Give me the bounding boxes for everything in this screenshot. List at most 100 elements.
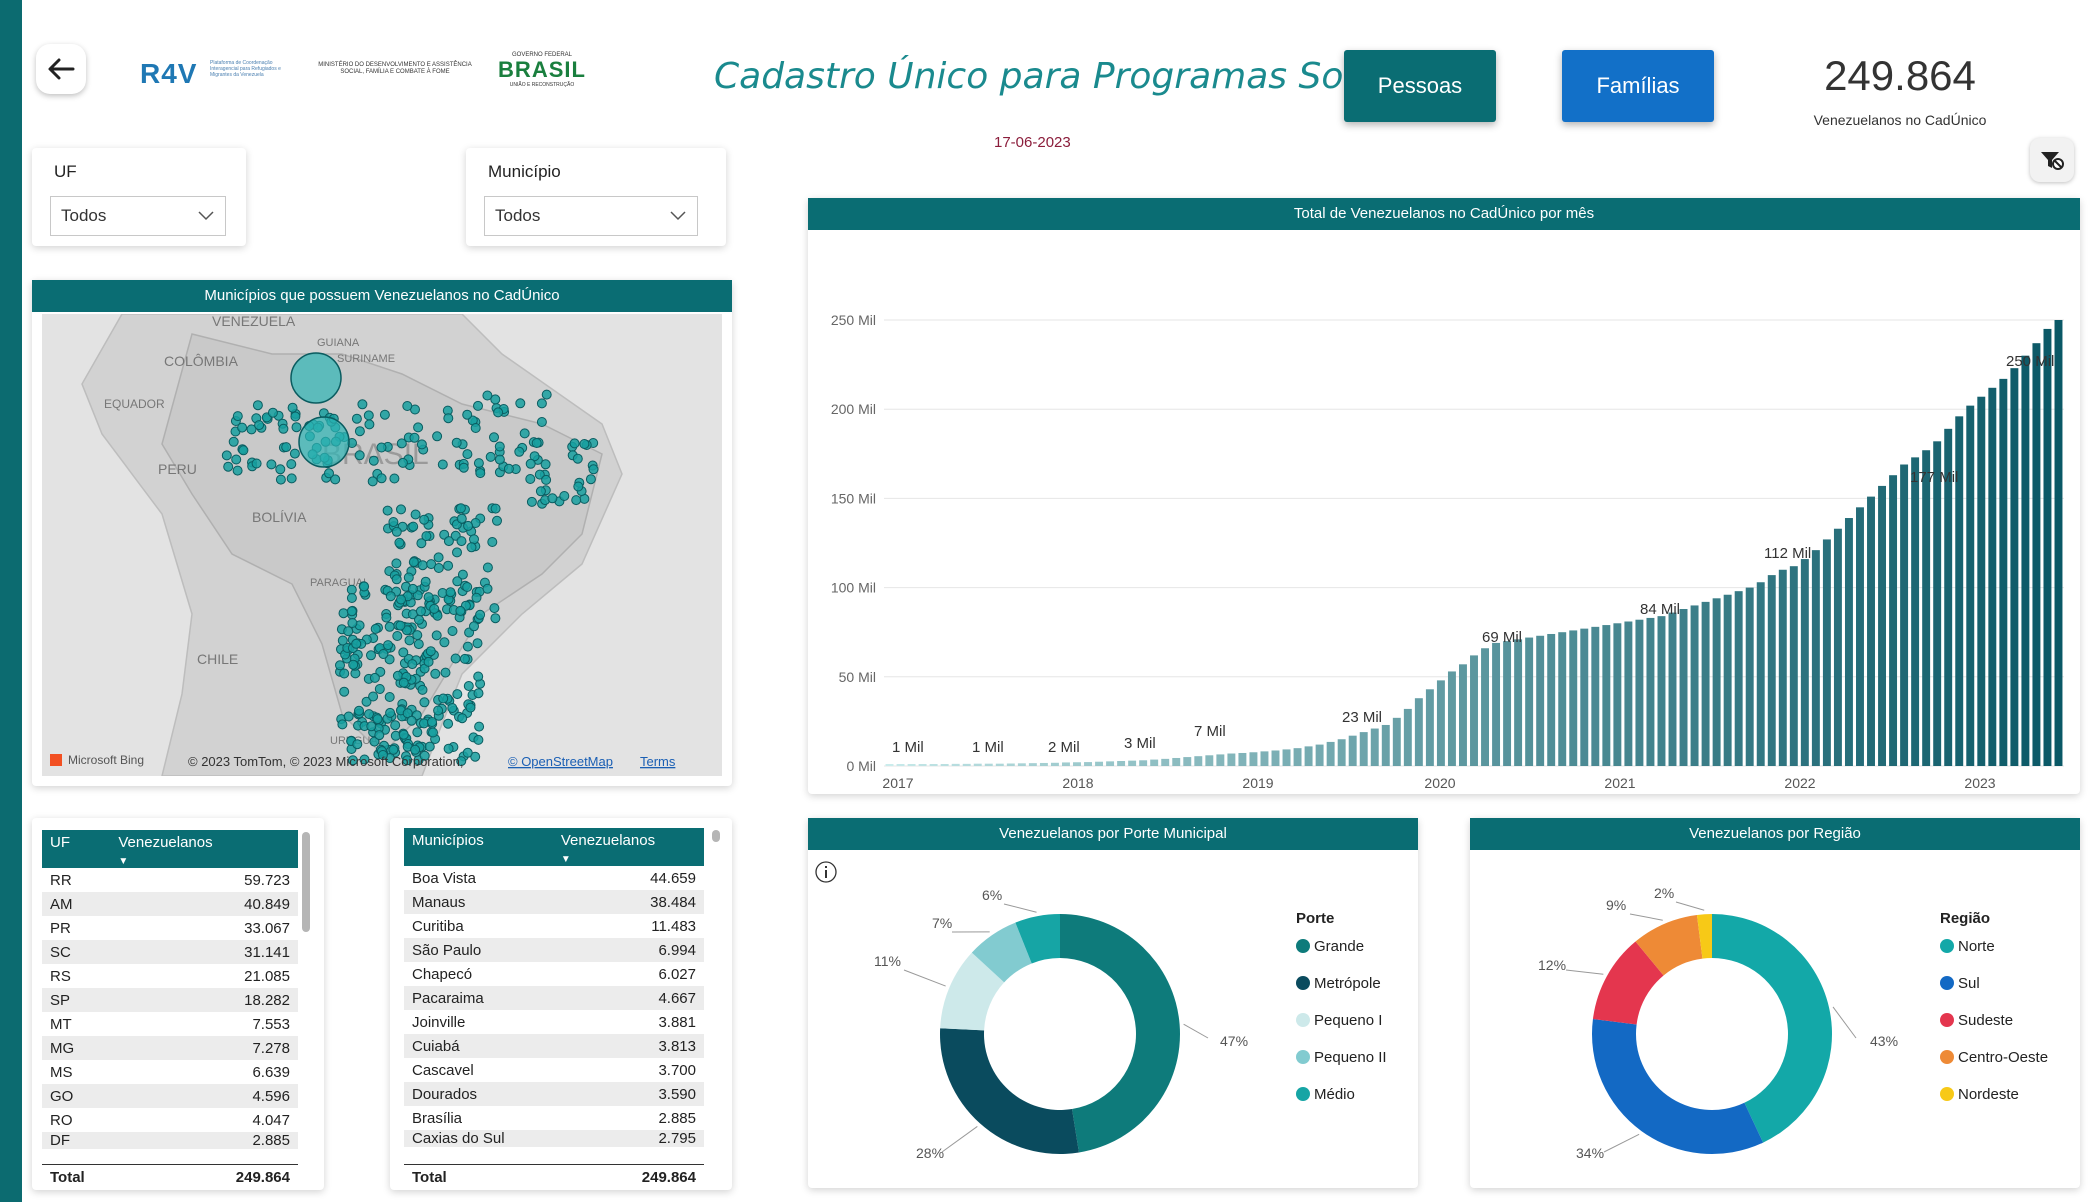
municipality-marker[interactable] xyxy=(232,465,243,476)
bar[interactable] xyxy=(1723,594,1732,766)
municipality-marker[interactable] xyxy=(237,422,248,433)
bar[interactable] xyxy=(1668,612,1677,766)
municipality-marker[interactable] xyxy=(364,419,375,430)
municipality-marker[interactable] xyxy=(351,638,362,649)
municipality-marker[interactable] xyxy=(394,537,405,548)
municipality-marker[interactable] xyxy=(324,468,334,479)
municipality-marker[interactable] xyxy=(482,583,493,594)
municipality-marker[interactable] xyxy=(396,438,407,449)
municipality-marker[interactable] xyxy=(398,729,409,740)
municipality-marker[interactable] xyxy=(493,407,504,418)
bar[interactable] xyxy=(2043,328,2052,766)
municipality-marker[interactable] xyxy=(433,705,444,716)
bar[interactable] xyxy=(1988,387,1997,766)
municipality-marker[interactable] xyxy=(431,630,442,641)
municipality-marker[interactable] xyxy=(462,409,473,420)
back-button[interactable] xyxy=(36,44,86,94)
bar[interactable] xyxy=(1734,591,1743,766)
bar[interactable] xyxy=(1447,671,1456,766)
municipality-marker[interactable] xyxy=(423,592,434,603)
municipality-marker[interactable] xyxy=(419,718,429,729)
municipality-marker[interactable] xyxy=(388,744,399,755)
municipality-marker[interactable] xyxy=(443,536,454,547)
uf-table-scrollbar[interactable] xyxy=(302,832,310,932)
uf-table-row[interactable]: SC 31.141 xyxy=(42,940,298,964)
municipios-column-header[interactable]: Municípios xyxy=(404,828,553,866)
municipality-marker[interactable] xyxy=(494,441,505,452)
municipality-marker[interactable] xyxy=(462,747,473,758)
municipality-marker[interactable] xyxy=(396,504,406,515)
municipality-marker[interactable] xyxy=(251,458,262,469)
municipality-marker[interactable] xyxy=(376,442,387,453)
bar[interactable] xyxy=(1536,635,1545,766)
municipality-marker[interactable] xyxy=(474,721,485,732)
municipality-marker[interactable] xyxy=(490,503,501,514)
bar[interactable] xyxy=(1150,759,1159,766)
municipality-marker[interactable] xyxy=(465,702,476,713)
municipality-marker[interactable] xyxy=(402,401,413,411)
bar[interactable] xyxy=(1745,587,1754,766)
venezuelanos-column-header[interactable]: Venezuelanos ▼ xyxy=(110,830,298,868)
municipality-marker[interactable] xyxy=(535,486,546,497)
municipality-marker[interactable] xyxy=(412,727,423,738)
municipality-marker[interactable] xyxy=(397,457,408,468)
bar[interactable] xyxy=(1635,619,1644,766)
municipality-marker[interactable] xyxy=(536,417,547,427)
bar[interactable] xyxy=(1348,735,1357,766)
municipality-marker[interactable] xyxy=(266,459,277,470)
bar[interactable] xyxy=(1436,680,1445,766)
municipality-marker[interactable] xyxy=(223,461,234,472)
bar[interactable] xyxy=(951,763,960,766)
municipality-marker[interactable] xyxy=(541,474,552,485)
municipality-marker[interactable] xyxy=(456,513,467,524)
municipality-marker[interactable] xyxy=(409,432,420,443)
bar[interactable] xyxy=(1922,450,1931,766)
bar[interactable] xyxy=(1459,664,1467,766)
municipality-marker[interactable] xyxy=(368,455,379,466)
municipality-marker[interactable] xyxy=(396,594,406,605)
municipality-marker[interactable] xyxy=(347,618,358,628)
bar[interactable] xyxy=(1227,753,1236,766)
donut-slice[interactable] xyxy=(1060,914,1181,1153)
uf-table-row[interactable]: AM 40.849 xyxy=(42,892,298,916)
municipality-marker[interactable] xyxy=(275,474,286,485)
bar[interactable] xyxy=(1911,457,1920,766)
municipios-table-row[interactable]: Pacaraima 4.667 xyxy=(404,986,704,1010)
bar[interactable] xyxy=(995,763,1004,766)
municipality-marker[interactable] xyxy=(455,503,466,514)
municipality-marker[interactable] xyxy=(519,428,530,439)
municipality-marker[interactable] xyxy=(514,446,525,457)
municipality-marker[interactable] xyxy=(469,621,479,632)
bar[interactable] xyxy=(1006,763,1015,766)
municipality-marker[interactable] xyxy=(525,458,536,469)
municipality-marker[interactable] xyxy=(228,436,239,447)
bar[interactable] xyxy=(1690,605,1699,766)
municipality-marker[interactable] xyxy=(403,572,414,583)
legend-item[interactable]: Grande xyxy=(1296,938,1364,955)
municipios-table-row[interactable]: Manaus 38.484 xyxy=(404,890,704,914)
municipality-marker[interactable] xyxy=(254,420,265,431)
bar[interactable] xyxy=(1569,630,1578,766)
municipality-marker[interactable] xyxy=(458,462,469,473)
bar[interactable] xyxy=(1525,637,1534,766)
municipality-marker[interactable] xyxy=(404,635,415,646)
uf-table-row[interactable]: RO 4.047 xyxy=(42,1108,298,1132)
bar[interactable] xyxy=(1249,752,1258,766)
bar[interactable] xyxy=(1591,626,1600,766)
bar[interactable] xyxy=(1128,760,1137,766)
municipios-table-row[interactable]: São Paulo 6.994 xyxy=(404,938,704,962)
municipality-marker[interactable] xyxy=(346,606,357,617)
municipality-marker[interactable] xyxy=(416,439,427,450)
municipality-marker[interactable] xyxy=(406,715,417,726)
bar[interactable] xyxy=(929,764,938,766)
bar[interactable] xyxy=(1580,628,1589,766)
bar[interactable] xyxy=(1767,575,1776,766)
bar[interactable] xyxy=(1414,698,1423,766)
bar[interactable] xyxy=(1933,441,1942,766)
bar[interactable] xyxy=(1856,507,1864,766)
municipality-marker[interactable] xyxy=(339,686,350,697)
municipality-marker[interactable] xyxy=(473,688,484,699)
uf-table-row[interactable]: MT 7.553 xyxy=(42,1012,298,1036)
municipality-marker[interactable] xyxy=(415,606,426,617)
municipality-marker[interactable] xyxy=(462,641,473,652)
